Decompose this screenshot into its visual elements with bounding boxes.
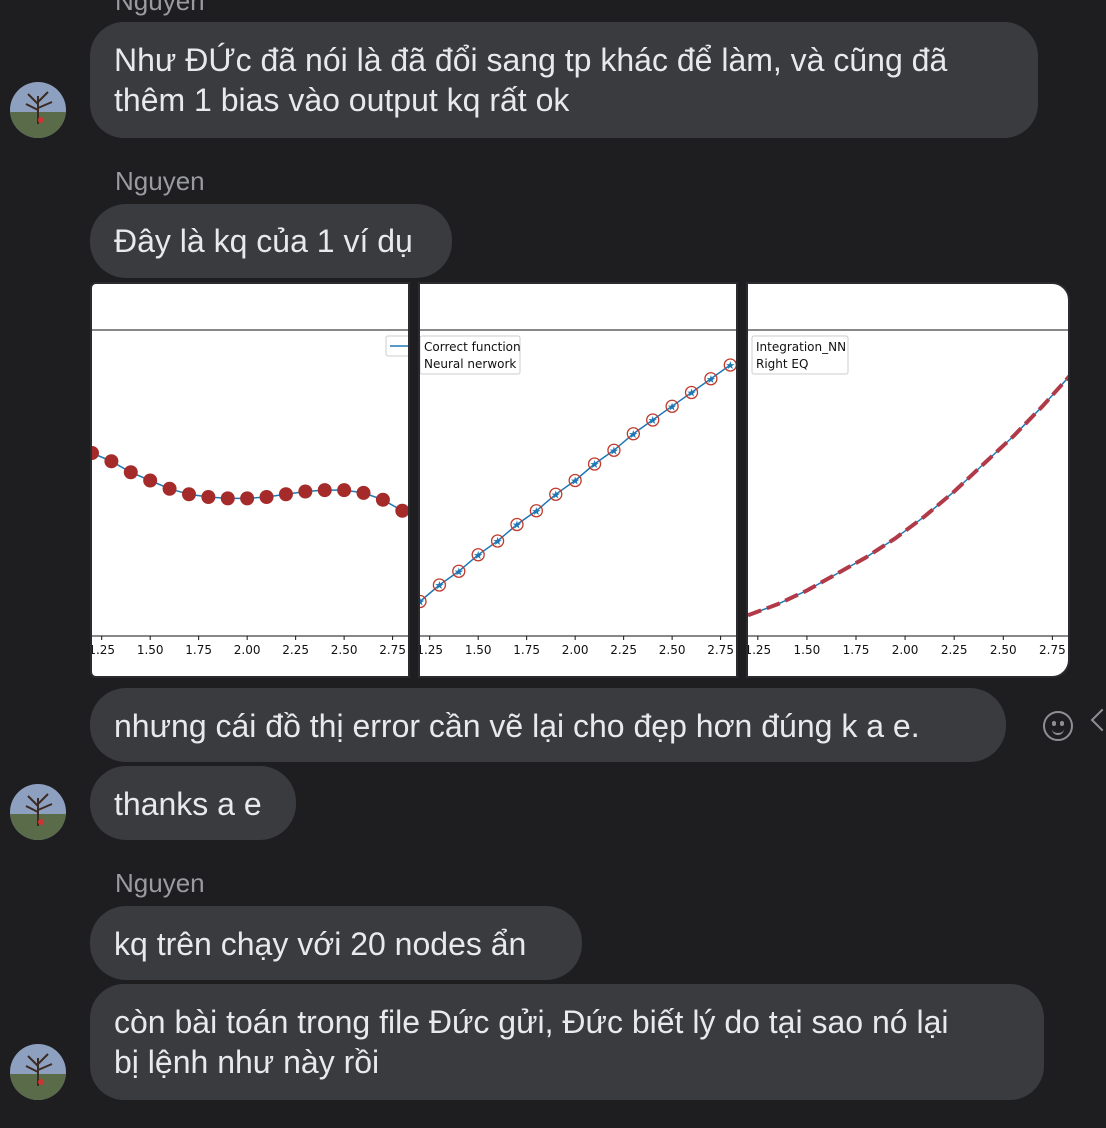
data-point	[181, 487, 196, 502]
x-tick-label: 2.50	[659, 643, 686, 657]
data-point	[337, 483, 352, 498]
data-point	[104, 454, 119, 469]
message-text-line: thêm 1 bias vào output kq rất ok	[114, 82, 570, 118]
x-tick-label: 1.25	[92, 643, 115, 657]
data-point	[298, 484, 313, 499]
avatar-photo	[10, 784, 66, 840]
x-tick-label: 2.50	[990, 643, 1017, 657]
sender-name: Nguyen	[115, 0, 205, 16]
data-point	[123, 465, 138, 480]
data-point	[375, 492, 390, 507]
data-point-star: ★	[609, 445, 619, 457]
error-plot: 1.25 1.50 1.75 2.00 2.25 2.50 2.75	[92, 329, 408, 657]
data-point	[92, 446, 99, 460]
data-point-star: ★	[454, 566, 464, 578]
data-point	[259, 490, 274, 504]
data-point	[395, 503, 408, 518]
message-text: kq trên chạy với 20 nodes ẩn	[114, 926, 527, 962]
data-point-star: ★	[531, 506, 541, 518]
data-point-star: ★	[493, 536, 503, 548]
message-bubble[interactable]: còn bài toán trong file Đức gửi, Đức biế…	[90, 984, 1044, 1100]
legend-label: Right EQ	[756, 357, 808, 371]
data-point-star: ★	[628, 429, 638, 441]
message-text: nhưng cái đồ thị error cần vẽ lại cho đẹ…	[114, 708, 920, 744]
x-tick-label: 1.75	[513, 643, 540, 657]
avatar-photo	[10, 82, 66, 138]
smiley-face-icon[interactable]	[1043, 711, 1073, 741]
avatar[interactable]	[10, 784, 66, 840]
data-point-star: ★	[551, 489, 561, 501]
x-tick-label: 2.25	[610, 643, 637, 657]
x-tick-label: 1.25	[420, 643, 443, 657]
plot-image-3[interactable]: 1.25 1.50 1.75 2.00 2.25 2.50 2.75 Integration_…	[746, 282, 1070, 678]
legend-label: Integration_NN	[756, 340, 846, 354]
message-bubble[interactable]: kq trên chạy với 20 nodes ẩn	[90, 906, 582, 980]
legend-label: Correct function	[424, 340, 521, 354]
message-bubble[interactable]: thanks a e	[90, 766, 296, 840]
data-point-star: ★	[434, 580, 444, 592]
data-point	[240, 491, 255, 506]
data-point-star: ★	[512, 520, 522, 532]
x-tick-label: 2.00	[234, 643, 261, 657]
avatar-photo	[10, 1044, 66, 1100]
data-point	[162, 481, 177, 496]
plot-image-1[interactable]: 1.25 1.50 1.75 2.00 2.25 2.50 2.75	[90, 282, 410, 678]
data-point	[317, 483, 332, 498]
plot-image-2[interactable]: 1.25 1.50 1.75 2.00 2.25 2.50 2.75 ★ ★ ★ ★ ★ ★ ★ ★ ★ ★ ★ ★…	[418, 282, 738, 678]
data-point-star: ★	[706, 374, 716, 386]
x-tick-label: 1.75	[843, 643, 870, 657]
x-tick-label: 2.50	[331, 643, 358, 657]
sender-name: Nguyen	[115, 166, 205, 196]
message-bubble[interactable]: Như ĐỨc đã nói là đã đổi sang tp khác để…	[90, 22, 1038, 138]
message-text-line: bị lệnh như này rồi	[114, 1044, 380, 1080]
avatar[interactable]	[10, 82, 66, 138]
series-line	[748, 376, 1068, 617]
data-point-star: ★	[687, 388, 697, 400]
message-text: thanks a e	[114, 786, 262, 822]
message-text: Đây là kq của 1 ví dụ	[114, 223, 413, 259]
x-tick-label: 2.75	[1039, 643, 1066, 657]
sender-name: Nguyen	[115, 868, 205, 898]
x-tick-label: 2.25	[941, 643, 968, 657]
data-point	[220, 491, 235, 506]
data-point	[143, 473, 158, 488]
avatar[interactable]	[10, 1044, 66, 1100]
data-point-star: ★	[473, 550, 483, 562]
data-point	[278, 487, 293, 502]
series-line-dashed	[748, 374, 1068, 618]
x-tick-label: 1.50	[465, 643, 492, 657]
data-point-star: ★	[590, 459, 600, 471]
x-tick-label: 2.00	[892, 643, 919, 657]
data-point	[356, 485, 371, 500]
x-tick-label: 1.50	[794, 643, 821, 657]
data-point	[201, 490, 216, 504]
data-point-star: ★	[570, 476, 580, 488]
message-bubble[interactable]: Đây là kq của 1 ví dụ	[90, 204, 452, 278]
x-tick-label: 1.75	[185, 643, 212, 657]
x-tick-label: 2.00	[562, 643, 589, 657]
x-tick-label: 1.25	[748, 643, 771, 657]
x-tick-label: 1.50	[137, 643, 164, 657]
legend-label: Neural nerwork	[424, 357, 516, 371]
data-point-star: ★	[648, 415, 658, 427]
x-tick-label: 2.75	[707, 643, 734, 657]
message-bubble[interactable]: nhưng cái đồ thị error cần vẽ lại cho đẹ…	[90, 688, 1006, 762]
data-point-star: ★	[420, 597, 425, 609]
function-plot: 1.25 1.50 1.75 2.00 2.25 2.50 2.75 ★ ★ ★ ★ ★ ★ ★ ★ ★ ★ ★ ★…	[420, 329, 736, 657]
message-text-line: còn bài toán trong file Đức gửi, Đức biế…	[114, 1004, 949, 1040]
chevron-left-icon[interactable]	[1090, 708, 1106, 732]
x-tick-label: 2.25	[282, 643, 309, 657]
data-point-star: ★	[725, 360, 735, 372]
integration-plot: 1.25 1.50 1.75 2.00 2.25 2.50 2.75 Integration_…	[748, 329, 1068, 657]
message-text-line: Như ĐỨc đã nói là đã đổi sang tp khác để…	[114, 42, 948, 78]
x-tick-label: 2.75	[379, 643, 406, 657]
data-point-star: ★	[667, 401, 677, 413]
